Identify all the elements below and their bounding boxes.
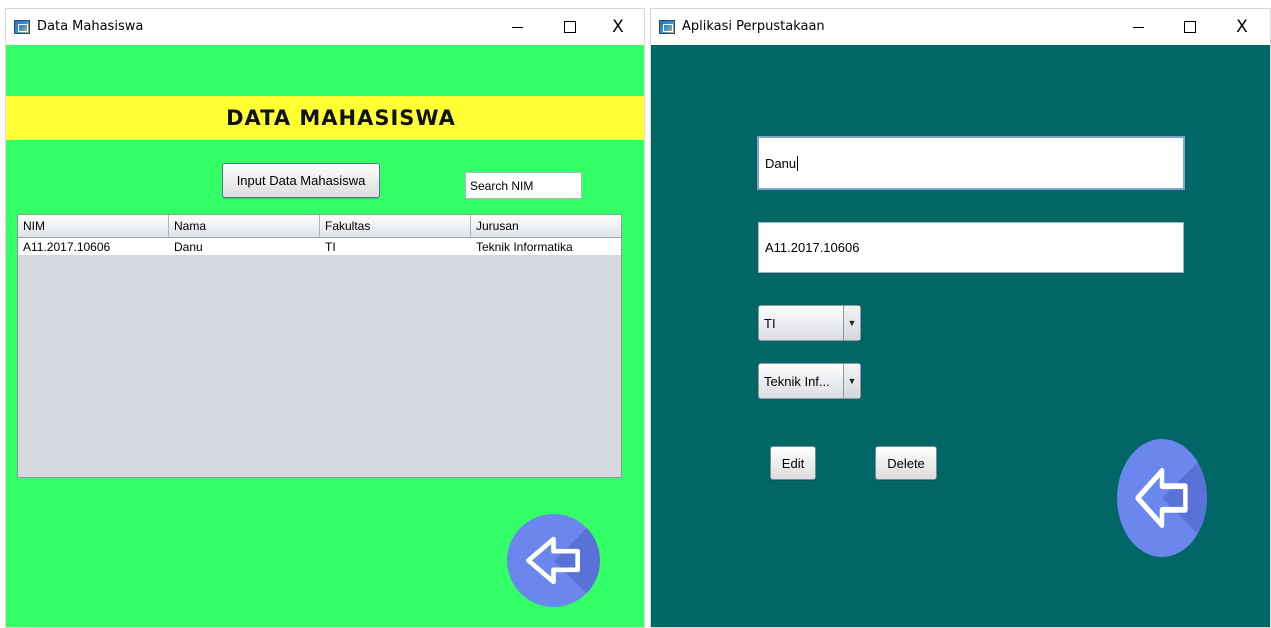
jurusan-selected-value: Teknik Inf... bbox=[764, 373, 830, 389]
input-data-mahasiswa-button[interactable]: Input Data Mahasiswa bbox=[222, 163, 380, 198]
header-banner: DATA MAHASISWA bbox=[6, 96, 644, 140]
close-button[interactable]: X bbox=[595, 9, 641, 45]
jurusan-select[interactable]: Teknik Inf... ▼ bbox=[758, 363, 861, 399]
main-panel: DATA MAHASISWA Input Data Mahasiswa Sear… bbox=[6, 45, 644, 627]
dropdown-arrow-icon[interactable]: ▼ bbox=[843, 306, 860, 340]
data-mahasiswa-window: Data Mahasiswa X DATA MAHASISWA Input Da… bbox=[5, 8, 645, 628]
fakultas-select[interactable]: TI ▼ bbox=[758, 305, 861, 341]
window-title: Data Mahasiswa bbox=[37, 19, 144, 34]
page-title: DATA MAHASISWA bbox=[226, 106, 456, 130]
table-row[interactable]: A11.2017.10606 Danu TI Teknik Informatik… bbox=[18, 238, 621, 255]
minimize-button[interactable] bbox=[1115, 9, 1161, 45]
delete-button[interactable]: Delete bbox=[875, 446, 937, 480]
arrow-left-icon bbox=[526, 536, 581, 585]
java-app-icon bbox=[659, 20, 675, 34]
nama-input[interactable]: Danu bbox=[757, 136, 1185, 190]
java-app-icon bbox=[14, 20, 30, 34]
column-header-nama[interactable]: Nama bbox=[169, 215, 320, 237]
dropdown-arrow-icon[interactable]: ▼ bbox=[843, 364, 860, 398]
nama-input-value: Danu bbox=[765, 155, 797, 171]
maximize-button[interactable] bbox=[1167, 9, 1213, 45]
cell-nim: A11.2017.10606 bbox=[23, 240, 111, 254]
nim-input[interactable]: A11.2017.10606 bbox=[758, 222, 1184, 273]
close-button[interactable]: X bbox=[1219, 9, 1265, 45]
title-bar[interactable]: Data Mahasiswa X bbox=[6, 9, 644, 45]
back-button[interactable] bbox=[507, 514, 600, 607]
aplikasi-perpustakaan-window: Aplikasi Perpustakaan X Danu A11.2017.10… bbox=[650, 8, 1271, 628]
table-header: NIM Nama Fakultas Jurusan bbox=[18, 215, 621, 238]
mahasiswa-table[interactable]: NIM Nama Fakultas Jurusan A11.2017.10606… bbox=[17, 214, 622, 478]
column-header-nim[interactable]: NIM bbox=[18, 215, 169, 237]
window-title: Aplikasi Perpustakaan bbox=[682, 19, 825, 34]
search-nim-input[interactable]: Search NIM bbox=[465, 172, 582, 199]
cell-jurusan: Teknik Informatika bbox=[476, 240, 573, 254]
fakultas-selected-value: TI bbox=[764, 315, 776, 331]
column-header-fakultas[interactable]: Fakultas bbox=[320, 215, 471, 237]
cell-fakultas: TI bbox=[325, 240, 336, 254]
form-panel: Danu A11.2017.10606 TI ▼ Teknik Inf... ▼… bbox=[651, 45, 1270, 627]
column-header-jurusan[interactable]: Jurusan bbox=[471, 215, 621, 237]
edit-button[interactable]: Edit bbox=[770, 446, 816, 480]
back-button[interactable] bbox=[1117, 439, 1207, 557]
minimize-button[interactable] bbox=[494, 9, 540, 45]
arrow-left-icon bbox=[1135, 467, 1188, 529]
cell-nama: Danu bbox=[174, 240, 203, 254]
text-caret bbox=[797, 155, 799, 171]
maximize-button[interactable] bbox=[547, 9, 593, 45]
title-bar[interactable]: Aplikasi Perpustakaan X bbox=[651, 9, 1270, 45]
